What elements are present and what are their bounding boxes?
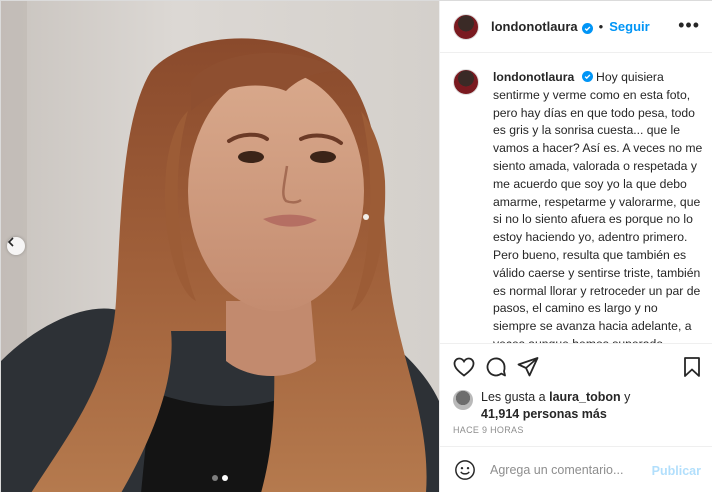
comment-bubble-icon[interactable] — [484, 355, 508, 379]
caption-username[interactable]: londonotlaura — [493, 70, 574, 84]
verified-badge-icon — [581, 70, 593, 82]
liker-username[interactable]: laura_tobon — [549, 390, 621, 404]
follow-button[interactable]: Seguir — [609, 19, 649, 34]
likes-count-link[interactable]: 41,914 personas más — [481, 407, 607, 421]
action-bar — [440, 343, 712, 389]
post-dialog: londonotlaura • Seguir ••• londonotlaura… — [0, 0, 712, 492]
caption-area: londonotlaura Hoy quisiera sentirme y ve… — [440, 53, 712, 343]
author-username[interactable]: londonotlaura — [491, 19, 578, 34]
caption-body-2: Pero bueno, resulta que también es válid… — [493, 247, 701, 343]
publish-comment-button[interactable]: Publicar — [652, 464, 701, 478]
smiley-icon[interactable] — [454, 459, 476, 481]
caption-paragraph: londonotlaura Hoy quisiera sentirme y ve… — [493, 69, 704, 247]
header-separator: • — [598, 19, 604, 34]
caption-text: londonotlaura Hoy quisiera sentirme y ve… — [493, 69, 704, 343]
carousel-dot — [212, 475, 218, 481]
more-options-icon[interactable]: ••• — [678, 16, 700, 34]
caption-avatar[interactable] — [453, 69, 479, 95]
author-avatar[interactable] — [453, 13, 479, 40]
verified-badge-icon — [581, 21, 593, 34]
post-header: londonotlaura • Seguir ••• — [440, 1, 712, 53]
selfie-image — [1, 1, 439, 492]
paper-plane-icon[interactable] — [516, 355, 540, 379]
carousel-dot-active — [222, 475, 228, 481]
carousel-prev-button[interactable] — [7, 237, 25, 255]
likes-text: Les gusta a laura_tobon y 41,914 persona… — [481, 389, 630, 422]
caption-body-1: Hoy quisiera sentirme y verme como en es… — [493, 70, 703, 245]
likes-summary: Les gusta a laura_tobon y 41,914 persona… — [453, 389, 712, 422]
liker-avatar[interactable] — [453, 390, 473, 410]
carousel-indicator — [1, 475, 439, 481]
comment-bar: Publicar — [440, 446, 712, 492]
post-timestamp[interactable]: HACE 9 HORAS — [453, 425, 524, 435]
bookmark-icon[interactable] — [680, 355, 704, 379]
likes-prefix: Les gusta a — [481, 390, 546, 404]
heart-icon[interactable] — [452, 355, 476, 379]
comment-input[interactable] — [490, 463, 660, 477]
post-sidebar: londonotlaura • Seguir ••• londonotlaura… — [439, 1, 712, 492]
likes-conjunction: y — [624, 390, 631, 404]
post-photo[interactable] — [1, 1, 439, 492]
